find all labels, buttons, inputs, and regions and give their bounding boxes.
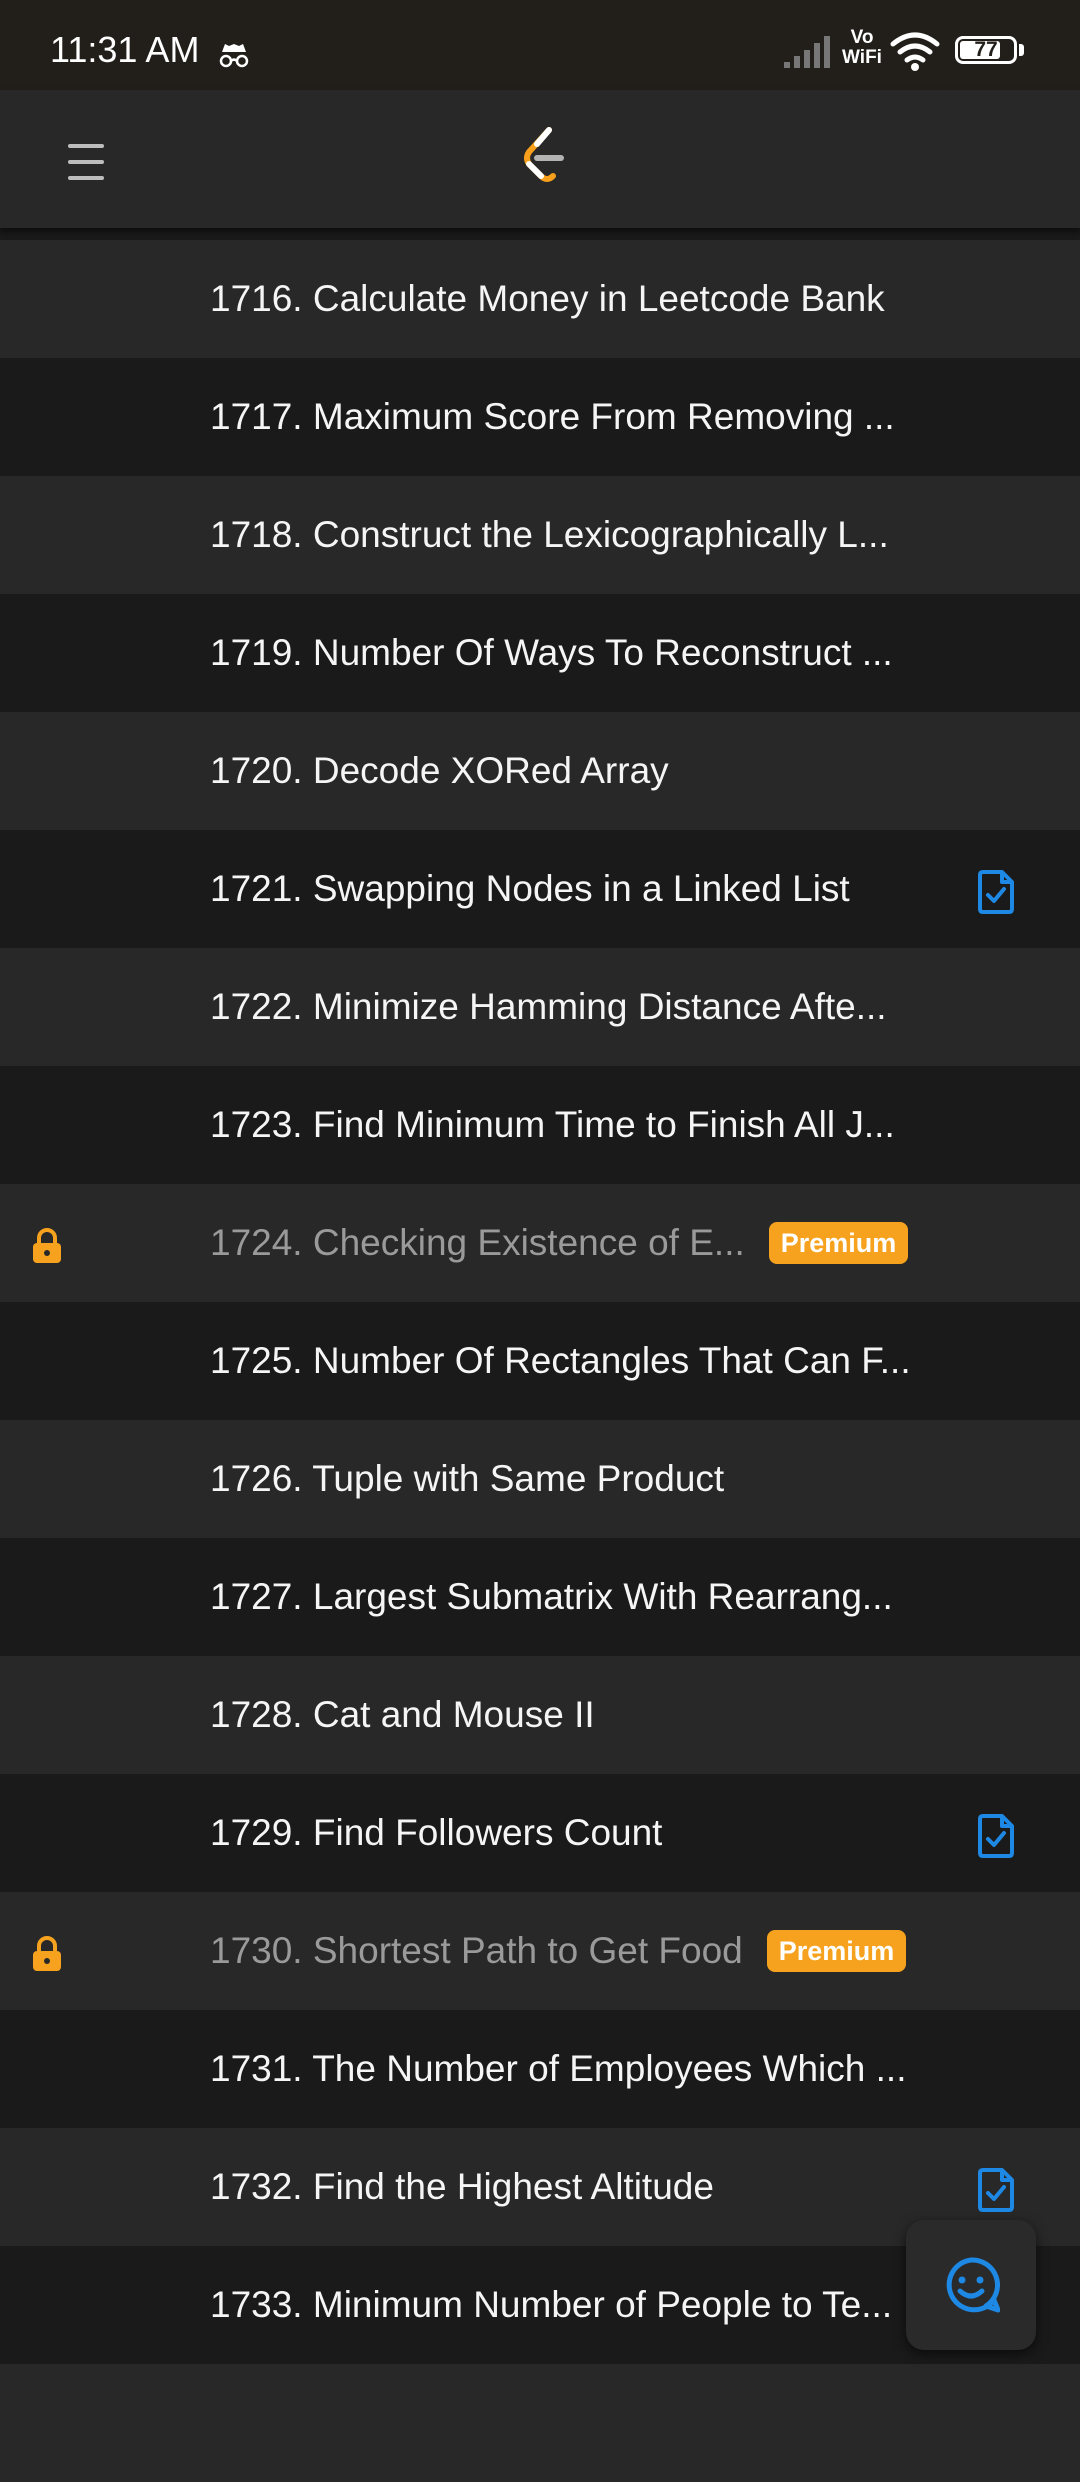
- lock-icon: [33, 1228, 61, 1263]
- problem-row[interactable]: 1722. Minimize Hamming Distance Afte...: [0, 948, 1080, 1066]
- problem-title: 1730. Shortest Path to Get Food: [210, 1930, 743, 1971]
- problem-title: 1732. Find the Highest Altitude: [210, 2166, 714, 2207]
- problem-row[interactable]: 1721. Swapping Nodes in a Linked List: [0, 830, 1080, 948]
- problem-title: 1718. Construct the Lexicographically L.…: [210, 514, 889, 555]
- problem-row[interactable]: 1718. Construct the Lexicographically L.…: [0, 476, 1080, 594]
- problem-title: 1727. Largest Submatrix With Rearrang...: [210, 1576, 893, 1617]
- signal-icon: [784, 36, 830, 68]
- problem-row[interactable]: 1724. Checking Existence of E... Premium: [0, 1184, 1080, 1302]
- battery-level: 77: [974, 38, 998, 61]
- app-header: [0, 90, 1080, 228]
- problem-row[interactable]: 1723. Find Minimum Time to Finish All J.…: [0, 1066, 1080, 1184]
- status-bar: 11:31 AM Vo WiFi 77: [0, 0, 1080, 90]
- problem-row[interactable]: 1731. The Number of Employees Which ...: [0, 2010, 1080, 2128]
- battery-icon: 77: [955, 36, 1017, 64]
- problem-title: 1725. Number Of Rectangles That Can F...: [210, 1340, 911, 1381]
- premium-badge: Premium: [766, 1930, 907, 1972]
- problem-title: 1717. Maximum Score From Removing ...: [210, 396, 895, 437]
- solution-check-icon[interactable]: [976, 2167, 1016, 2213]
- problem-title: 1729. Find Followers Count: [210, 1812, 663, 1853]
- wifi-icon: [890, 32, 940, 71]
- problem-title: 1722. Minimize Hamming Distance Afte...: [210, 986, 887, 1027]
- problem-row[interactable]: 1729. Find Followers Count: [0, 1774, 1080, 1892]
- solution-check-icon[interactable]: [976, 1813, 1016, 1859]
- problem-title: 1716. Calculate Money in Leetcode Bank: [210, 278, 885, 319]
- problem-row[interactable]: 1725. Number Of Rectangles That Can F...: [0, 1302, 1080, 1420]
- problem-list: 1716. Calculate Money in Leetcode Bank 17…: [0, 240, 1080, 2482]
- problem-row[interactable]: 1727. Largest Submatrix With Rearrang...: [0, 1538, 1080, 1656]
- problem-row[interactable]: 1728. Cat and Mouse II: [0, 1656, 1080, 1774]
- status-time: 11:31 AM: [50, 29, 200, 70]
- problem-row[interactable]: 1726. Tuple with Same Product: [0, 1420, 1080, 1538]
- problem-title: 1724. Checking Existence of E...: [210, 1222, 745, 1263]
- problem-row[interactable]: 1716. Calculate Money in Leetcode Bank: [0, 240, 1080, 358]
- leetcode-logo-icon: [524, 127, 564, 182]
- hamburger-menu-icon: [68, 144, 104, 180]
- problem-title: 1728. Cat and Mouse II: [210, 1694, 595, 1735]
- problem-row[interactable]: 1717. Maximum Score From Removing ...: [0, 358, 1080, 476]
- problem-title: 1720. Decode XORed Array: [210, 750, 669, 791]
- problem-title: 1723. Find Minimum Time to Finish All J.…: [210, 1104, 895, 1145]
- problem-title: 1726. Tuple with Same Product: [210, 1458, 725, 1499]
- premium-badge: Premium: [768, 1222, 909, 1264]
- problem-title: 1719. Number Of Ways To Reconstruct ...: [210, 632, 893, 673]
- problem-title: 1731. The Number of Employees Which ...: [210, 2048, 907, 2089]
- problem-title: 1721. Swapping Nodes in a Linked List: [210, 868, 850, 909]
- incognito-icon: [219, 44, 249, 68]
- problem-row[interactable]: 1730. Shortest Path to Get Food Premium: [0, 1892, 1080, 2010]
- battery-cap: [1019, 44, 1024, 56]
- problem-title: 1733. Minimum Number of People to Te...: [210, 2284, 893, 2325]
- problem-row[interactable]: 1720. Decode XORed Array: [0, 712, 1080, 830]
- menu-button[interactable]: [50, 132, 120, 192]
- problem-row[interactable]: [0, 2364, 1080, 2482]
- problem-row[interactable]: 1719. Number Of Ways To Reconstruct ...: [0, 594, 1080, 712]
- lock-icon: [33, 1936, 61, 1971]
- solution-check-icon[interactable]: [976, 869, 1016, 915]
- chat-button[interactable]: [906, 2220, 1036, 2350]
- vowifi-label: Vo WiFi: [842, 27, 882, 68]
- chat-smiley-icon: [946, 2257, 1000, 2313]
